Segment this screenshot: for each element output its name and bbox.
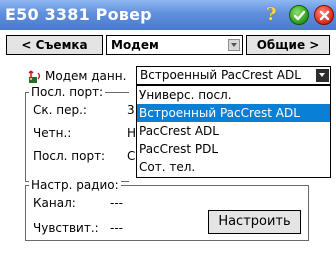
page-select[interactable]: Модем	[106, 35, 243, 55]
back-button[interactable]: < Съемка	[6, 35, 103, 55]
chevron-down-icon[interactable]	[228, 39, 240, 51]
data-modem-label: Модем данн.	[45, 69, 127, 83]
parity-label: Четн.:	[33, 126, 72, 140]
page-select-value: Модем	[111, 38, 159, 52]
baud-rate-label: Ск. пер.:	[33, 103, 87, 117]
close-button[interactable]	[314, 5, 334, 25]
window-title: E50 3381 Ровер	[5, 5, 152, 24]
channel-value: ---	[110, 196, 123, 210]
sensitivity-label: Чувствит.:	[33, 221, 99, 235]
dropdown-option[interactable]: Универс. посл.	[137, 86, 330, 104]
close-x-icon	[319, 10, 330, 21]
ok-button[interactable]	[289, 5, 309, 25]
ok-check-icon	[293, 10, 306, 21]
configure-button[interactable]: Настроить	[208, 210, 301, 234]
baud-rate-value: 3	[127, 103, 135, 117]
parity-value: Н	[127, 126, 137, 140]
data-modem-dropdown-list: Универс. посл. Встроенный PacCrest ADL P…	[136, 85, 331, 178]
dropdown-option-selected[interactable]: Встроенный PacCrest ADL	[137, 104, 330, 122]
serial-port-row-label: Посл. порт:	[33, 149, 106, 163]
navigation-row: < Съемка Модем Общие >	[0, 35, 336, 55]
chevron-down-icon[interactable]	[316, 69, 329, 82]
next-button[interactable]: Общие >	[246, 35, 330, 55]
dropdown-option[interactable]: PacCrest ADL	[137, 122, 330, 140]
radio-modem-icon	[28, 70, 41, 83]
data-modem-value: Встроенный PacCrest ADL	[140, 68, 301, 82]
sensitivity-value: ---	[110, 221, 123, 235]
radio-settings-title: Настр. радио:	[29, 178, 121, 192]
dropdown-option[interactable]: PacCrest PDL	[137, 140, 330, 158]
serial-port-title: Посл. порт:	[29, 85, 106, 99]
title-bar: E50 3381 Ровер ?	[0, 0, 336, 30]
data-modem-select[interactable]: Встроенный PacCrest ADL	[136, 66, 331, 85]
dropdown-option[interactable]: Сот. тел.	[137, 158, 330, 176]
help-question-icon: ?	[266, 4, 277, 25]
help-button[interactable]: ?	[262, 4, 282, 25]
channel-label: Канал:	[33, 196, 76, 210]
